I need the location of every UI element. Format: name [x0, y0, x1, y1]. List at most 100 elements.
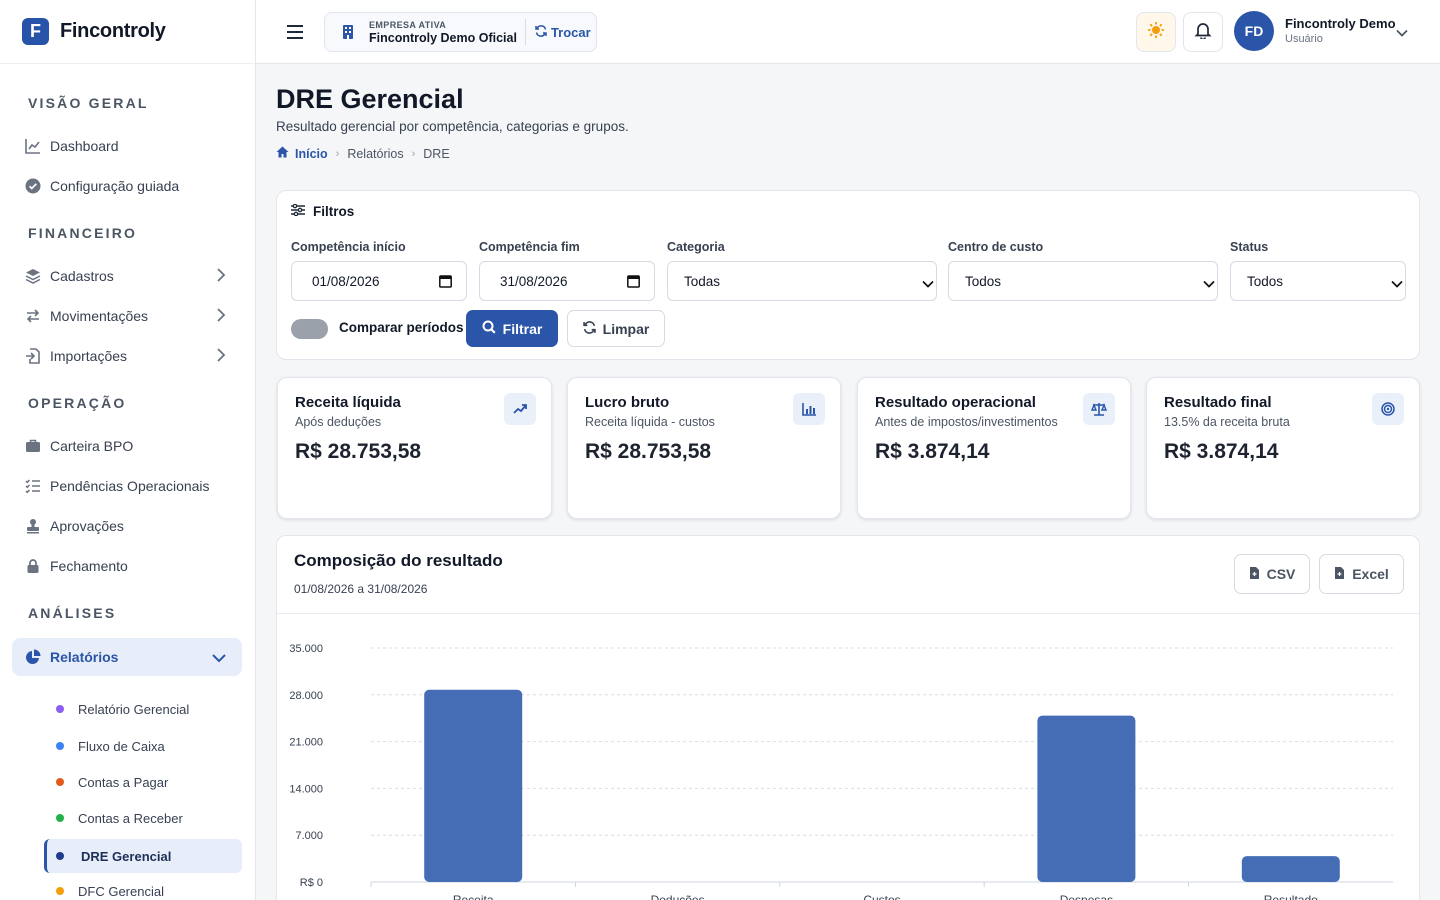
company-switcher[interactable]: EMPRESA ATIVA Fincontroly Demo Oficial T… [324, 12, 597, 52]
scale-icon [1083, 393, 1115, 425]
clear-button[interactable]: Limpar [567, 310, 665, 347]
check-circle-icon [24, 177, 42, 195]
cost-center-value: Todos [965, 273, 1002, 289]
calendar-icon[interactable] [627, 274, 640, 291]
sidebar-item-carteira-bpo[interactable]: Carteira BPO [12, 428, 242, 464]
sidebar-item-configuracao-guiada[interactable]: Configuração guiada [12, 168, 242, 204]
sidebar-subitem-label: DRE Gerencial [81, 848, 172, 864]
sidebar-subitem-label: Contas a Receber [78, 810, 183, 826]
filter-button-label: Filtrar [502, 320, 543, 337]
sidebar-item-label: Aprovações [50, 518, 124, 534]
kpi-subtitle: Após deduções [295, 415, 382, 429]
page-subtitle: Resultado gerencial por competência, cat… [276, 119, 629, 134]
chevron-right-icon: › [335, 147, 340, 160]
sidebar-subitem-label: Fluxo de Caixa [78, 738, 165, 754]
status-select[interactable]: Todos [1230, 261, 1406, 301]
category-value: Todas [684, 273, 721, 289]
bar-despesas[interactable] [1037, 715, 1136, 882]
filter-button[interactable]: Filtrar [466, 310, 558, 347]
sidebar-subitem-relatorio-gerencial[interactable]: Relatório Gerencial [44, 692, 242, 726]
sidebar-item-label: Cadastros [50, 268, 114, 284]
sliders-icon [291, 203, 305, 219]
status-dot [56, 778, 64, 786]
y-tick-label: 28.000 [289, 690, 323, 702]
user-name[interactable]: Fincontroly Demo [1285, 16, 1396, 31]
end-date-value: 31/08/2026 [500, 273, 568, 289]
result-title: Composição do resultado [294, 551, 503, 570]
brand[interactable]: F Fincontroly [0, 0, 255, 64]
sidebar-subitem-contas-a-receber[interactable]: Contas a Receber [44, 801, 242, 835]
sidebar-item-dashboard[interactable]: Dashboard [12, 128, 242, 164]
section-title-visao-geral: VISÃO GERAL [28, 95, 149, 111]
sidebar-item-relatorios[interactable]: Relatórios [12, 638, 242, 676]
breadcrumb-item[interactable]: Relatórios [347, 147, 403, 161]
sidebar-subitem-fluxo-de-caixa[interactable]: Fluxo de Caixa [44, 729, 242, 763]
status-dot [56, 814, 64, 822]
cost-center-label: Centro de custo [948, 240, 1044, 254]
sidebar-subitem-dfc-gerencial[interactable]: DFC Gerencial [44, 874, 242, 900]
layers-icon [24, 267, 42, 285]
export-csv-button[interactable]: CSV [1234, 554, 1310, 594]
y-tick-label: 7.000 [295, 830, 323, 842]
theme-toggle-button[interactable] [1136, 12, 1176, 52]
menu-toggle-icon[interactable] [286, 22, 304, 42]
sidebar-item-label: Pendências Operacionais [50, 478, 210, 494]
breadcrumb-home[interactable]: Início [276, 146, 328, 161]
category-select[interactable]: Todas [667, 261, 937, 301]
calendar-icon[interactable] [439, 274, 452, 291]
avatar[interactable]: FD [1234, 11, 1274, 51]
end-date-input[interactable]: 31/08/2026 [479, 261, 655, 301]
x-tick-label: Receita [453, 893, 494, 900]
bell-icon [1194, 21, 1212, 44]
swap-company-button[interactable]: Trocar [535, 25, 591, 40]
notifications-button[interactable] [1183, 12, 1223, 52]
export-excel-button[interactable]: Excel [1319, 554, 1404, 594]
company-name: Fincontroly Demo Oficial [369, 30, 517, 45]
sidebar-item-pendencias-operacionais[interactable]: Pendências Operacionais [12, 468, 242, 504]
kpi-card-lucro-bruto: Lucro bruto Receita líquida - custos R$ … [567, 377, 841, 519]
result-composition-card: Composição do resultado 01/08/2026 a 31/… [276, 535, 1420, 900]
status-dot [56, 705, 64, 713]
sidebar-subitem-label: DFC Gerencial [78, 883, 164, 899]
building-icon [340, 24, 356, 40]
chevron-right-icon [216, 308, 226, 325]
file-import-icon [24, 347, 42, 365]
y-tick-label: R$ 0 [300, 877, 323, 889]
kpi-title: Resultado final [1164, 394, 1272, 411]
breadcrumb: Início › Relatórios › DRE [276, 146, 450, 161]
kpi-value: R$ 28.753,58 [295, 440, 422, 463]
sidebar-item-fechamento[interactable]: Fechamento [12, 548, 242, 584]
divider [524, 19, 526, 45]
sidebar-subitem-contas-a-pagar[interactable]: Contas a Pagar [44, 765, 242, 799]
sidebar-item-label: Importações [50, 348, 128, 364]
pie-chart-icon [24, 648, 42, 666]
sidebar-subitem-dre-gerencial[interactable]: DRE Gerencial [44, 839, 242, 873]
status-label: Status [1230, 240, 1269, 254]
bar-chart-icon [793, 393, 825, 425]
compare-periods-toggle[interactable] [291, 319, 328, 339]
sidebar-item-label: Fechamento [50, 558, 128, 574]
sidebar-subitem-label: Contas a Pagar [78, 774, 169, 790]
sidebar-item-movimentacoes[interactable]: Movimentações [12, 298, 242, 334]
kpi-value: R$ 3.874,14 [1164, 440, 1279, 463]
sidebar-item-importacoes[interactable]: Importações [12, 338, 242, 374]
bar-resultado[interactable] [1241, 856, 1340, 882]
start-date-input[interactable]: 01/08/2026 [291, 261, 467, 301]
section-title-operacao: OPERAÇÃO [28, 395, 127, 411]
chevron-down-icon[interactable] [1396, 24, 1408, 42]
result-period: 01/08/2026 a 31/08/2026 [294, 582, 428, 596]
filters-card: Filtros Competência início 01/08/2026 Co… [276, 190, 1420, 360]
end-date-label: Competência fim [479, 240, 580, 254]
brand-logo: F [22, 18, 49, 45]
clear-button-label: Limpar [602, 320, 650, 337]
cost-center-select[interactable]: Todos [948, 261, 1218, 301]
breadcrumb-item: Início [295, 146, 328, 161]
x-tick-label: Deduções [651, 893, 705, 900]
sidebar-item-cadastros[interactable]: Cadastros [12, 258, 242, 294]
y-tick-label: 35.000 [289, 643, 323, 655]
sidebar-item-label: Carteira BPO [50, 438, 134, 454]
bar-receita[interactable] [424, 689, 523, 882]
brand-name: Fincontroly [60, 20, 166, 42]
breadcrumb-item: DRE [423, 146, 450, 161]
sidebar-item-aprovacoes[interactable]: Aprovações [12, 508, 242, 544]
